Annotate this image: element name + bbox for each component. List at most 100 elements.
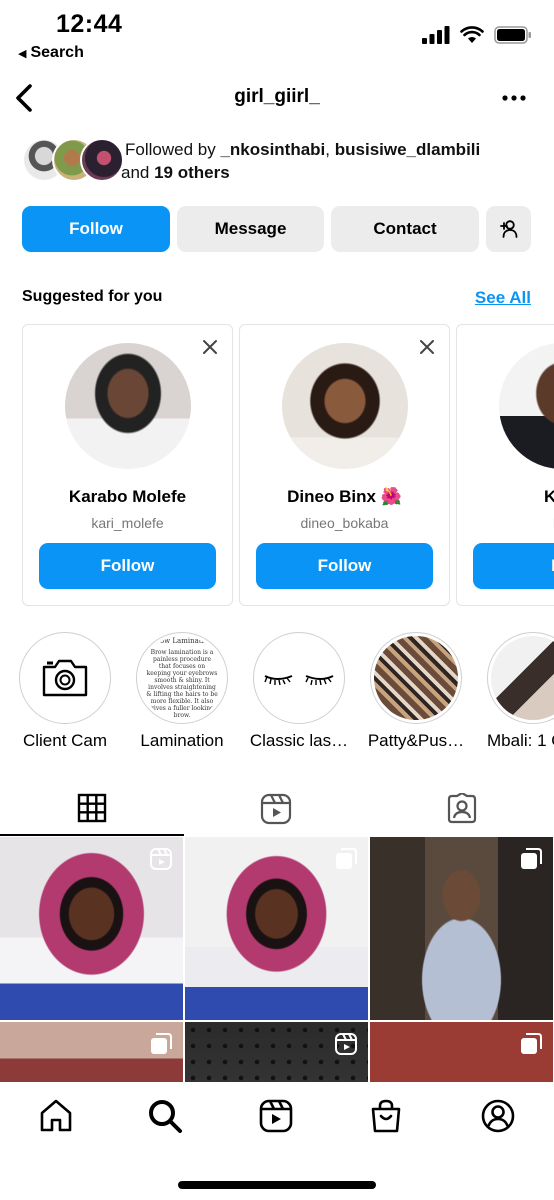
- highlight-item[interactable]: Client Cam: [5, 632, 125, 756]
- nav-search[interactable]: [145, 1096, 185, 1136]
- post-thumbnail[interactable]: [185, 1022, 368, 1082]
- highlight-item[interactable]: Patty&Pus…: [356, 632, 476, 756]
- carousel-badge-icon: [521, 1033, 542, 1054]
- highlight-ring: [19, 632, 111, 724]
- back-triangle-icon: ◀: [18, 47, 27, 60]
- posts-grid: [0, 837, 554, 1082]
- story-highlights[interactable]: Client Cam Brow Lamination Brow laminati…: [0, 632, 554, 756]
- status-icons: [422, 26, 532, 44]
- suggest-users-button[interactable]: [486, 206, 531, 252]
- profile-actions: Follow Message Contact: [22, 206, 532, 252]
- see-all-link[interactable]: See All: [475, 288, 531, 308]
- highlight-label: Client Cam: [22, 731, 108, 750]
- profile-icon: [481, 1099, 515, 1133]
- suggestion-avatar[interactable]: [499, 343, 554, 469]
- highlight-label: Patty&Pus…: [367, 731, 465, 750]
- lamination-card: Brow Lamination Brow lamination is a pai…: [140, 636, 224, 719]
- follow-button[interactable]: Fo: [473, 543, 554, 589]
- highlight-ring: [370, 632, 462, 724]
- follow-button[interactable]: Follow: [22, 206, 170, 252]
- back-to-app[interactable]: ◀ Search: [18, 44, 84, 62]
- suggested-title: Suggested for you: [22, 288, 163, 305]
- search-icon: [149, 1100, 182, 1133]
- follower-name: _nkosinthabi: [220, 140, 326, 159]
- highlight-cover: [257, 636, 341, 720]
- highlight-ring: [253, 632, 345, 724]
- profile-username: girl_giirl_: [234, 86, 320, 107]
- back-app-label: Search: [30, 44, 84, 61]
- follow-button[interactable]: Follow: [39, 543, 216, 589]
- highlight-item[interactable]: Brow Lamination Brow lamination is a pai…: [122, 632, 242, 756]
- carousel-badge-icon: [521, 848, 542, 869]
- suggestion-avatar[interactable]: [282, 343, 408, 469]
- highlight-cover: Brow Lamination Brow lamination is a pai…: [140, 636, 224, 720]
- others-count: 19 others: [154, 163, 230, 182]
- highlight-ring: Brow Lamination Brow lamination is a pai…: [136, 632, 228, 724]
- carousel-badge-icon: [151, 1033, 172, 1054]
- followed-by-text: Followed by _nkosinthabi, busisiwe_dlamb…: [121, 138, 481, 184]
- tab-reels[interactable]: [184, 782, 368, 836]
- shop-icon: [371, 1099, 401, 1133]
- suggested-header: Suggested for you See All: [22, 288, 532, 310]
- lamination-body: Brow lamination is a painless procedure …: [146, 648, 218, 719]
- follower-avatars: [22, 138, 124, 182]
- tab-posts[interactable]: [0, 782, 184, 836]
- nav-home[interactable]: [36, 1096, 76, 1136]
- avatar: [80, 138, 124, 182]
- highlight-item[interactable]: Mbali: 1 O: [473, 632, 554, 756]
- close-icon[interactable]: [419, 339, 435, 355]
- post-thumbnail[interactable]: [0, 1022, 183, 1082]
- reel-badge-icon: [150, 848, 172, 870]
- separator: ,: [325, 140, 335, 159]
- status-time: 12:44: [56, 10, 123, 38]
- reel-badge-icon: [335, 1033, 357, 1055]
- post-thumbnail[interactable]: [370, 1022, 553, 1082]
- follow-button[interactable]: Follow: [256, 543, 433, 589]
- suggestion-card[interactable]: Dineo Binx 🌺 dineo_bokaba Follow: [239, 324, 450, 606]
- lamination-title: Brow Lamination: [151, 636, 213, 645]
- nav-shop[interactable]: [366, 1096, 406, 1136]
- carousel-badge-icon: [336, 848, 357, 869]
- bottom-nav: [0, 1082, 554, 1200]
- profile-header: girl_giirl_: [0, 76, 554, 120]
- highlight-cover: [23, 636, 107, 720]
- highlight-label: Classic las…: [249, 731, 349, 750]
- battery-icon: [494, 26, 531, 44]
- post-thumbnail[interactable]: [0, 837, 183, 1020]
- add-user-icon: [499, 220, 517, 238]
- suggested-carousel[interactable]: Karabo Molefe kari_molefe Follow Dineo B…: [0, 324, 554, 606]
- reels-icon: [259, 1099, 293, 1133]
- nav-reels[interactable]: [256, 1096, 296, 1136]
- tagged-icon: [447, 793, 477, 824]
- highlight-cover: [491, 636, 554, 720]
- suggestion-card[interactable]: Karabo Molefe kari_molefe Follow: [22, 324, 233, 606]
- close-icon[interactable]: [202, 339, 218, 355]
- suggestion-name: Karabo Molefe: [68, 487, 187, 506]
- post-thumbnail[interactable]: [370, 837, 553, 1020]
- highlight-ring: [487, 632, 554, 724]
- eyelash-icon: [264, 675, 334, 686]
- highlight-item[interactable]: Classic las…: [239, 632, 359, 756]
- follower-name: busisiwe_dlambili: [334, 140, 481, 159]
- suggestion-name: KLC: [544, 487, 554, 506]
- tab-tagged[interactable]: [370, 782, 554, 836]
- post-thumbnail[interactable]: [185, 837, 368, 1020]
- camera-icon: [42, 659, 88, 697]
- suggestion-handle: klc: [457, 515, 554, 531]
- suggestion-card[interactable]: KLC klc Fo: [456, 324, 554, 606]
- signal-icon: [422, 26, 450, 44]
- contact-button[interactable]: Contact: [331, 206, 479, 252]
- highlight-cover: [374, 636, 458, 720]
- suggestion-avatar[interactable]: [65, 343, 191, 469]
- more-options-icon[interactable]: [500, 86, 528, 110]
- wifi-icon: [460, 26, 484, 43]
- highlight-label: Mbali: 1 O: [487, 731, 554, 750]
- home-indicator[interactable]: [178, 1181, 376, 1189]
- profile-tabs: [0, 782, 554, 836]
- and-text: and: [121, 163, 155, 182]
- followed-by[interactable]: Followed by _nkosinthabi, busisiwe_dlamb…: [22, 138, 542, 184]
- message-button[interactable]: Message: [177, 206, 324, 252]
- suggestion-handle: kari_molefe: [91, 515, 164, 531]
- nav-profile[interactable]: [478, 1096, 518, 1136]
- followed-prefix: Followed by: [125, 140, 221, 159]
